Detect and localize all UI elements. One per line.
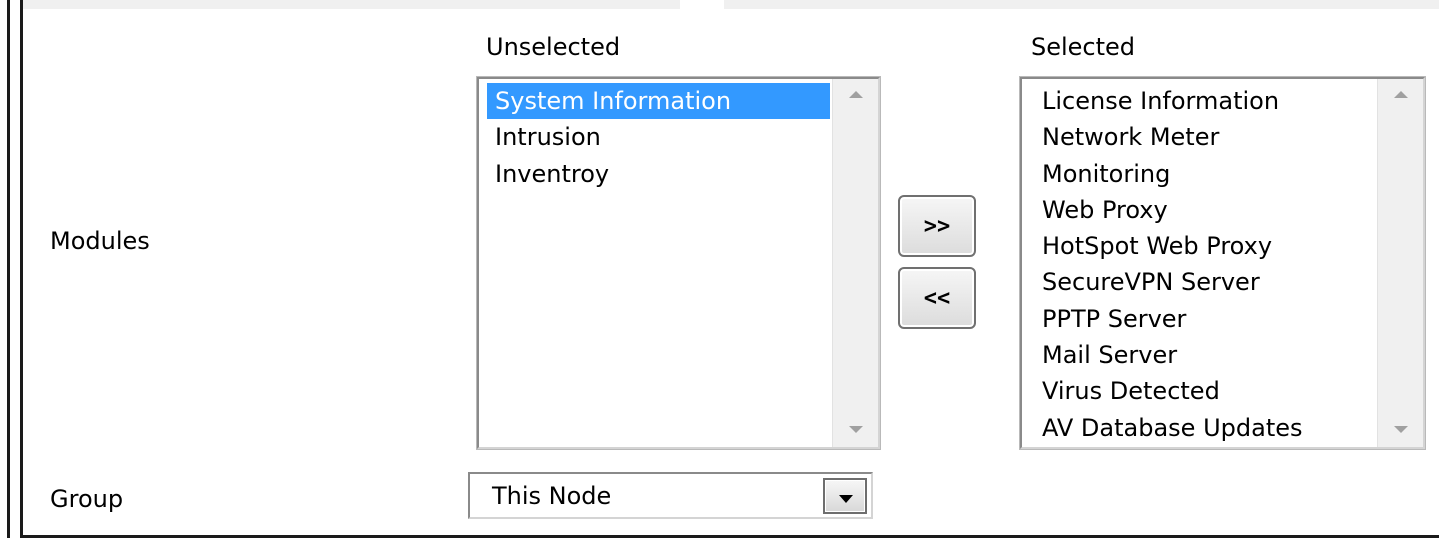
selected-list-item[interactable]: HotSpot Web Proxy [1034, 228, 1375, 264]
add-to-selected-button[interactable]: >> [898, 195, 976, 257]
frame-left-border [0, 0, 26, 538]
selected-list[interactable]: License Information Network Meter Monitori… [1034, 83, 1375, 446]
unselected-scrollbar[interactable] [832, 79, 878, 447]
selected-list-item[interactable]: AV Database Updates [1034, 410, 1375, 446]
selected-list-item[interactable]: SecureVPN Server [1034, 264, 1375, 300]
group-select-value: This Node [492, 482, 612, 510]
modules-label: Modules [50, 227, 150, 255]
selected-list-item[interactable]: PPTP Server [1034, 301, 1375, 337]
group-dropdown-button[interactable] [823, 478, 867, 514]
group-select[interactable]: This Node [468, 472, 873, 519]
selected-list-item[interactable]: Monitoring [1034, 156, 1375, 192]
selected-list-item[interactable]: Virus Detected [1034, 373, 1375, 409]
unselected-header: Unselected [486, 33, 621, 61]
selected-listbox[interactable]: License Information Network Meter Monitori… [1019, 76, 1426, 450]
chevron-up-icon[interactable] [1394, 91, 1408, 98]
unselected-list[interactable]: System Information Intrusion Inventroy [487, 83, 830, 192]
selected-header: Selected [1031, 33, 1136, 61]
triangle-down-icon [839, 495, 853, 503]
top-panel-strip-left [22, 0, 680, 9]
selected-scrollbar[interactable] [1377, 79, 1423, 447]
selected-list-item[interactable]: Web Proxy [1034, 192, 1375, 228]
unselected-list-item[interactable]: Inventroy [487, 156, 830, 192]
selected-list-item[interactable]: Mail Server [1034, 337, 1375, 373]
selected-list-item[interactable]: License Information [1034, 83, 1375, 119]
selected-list-item[interactable]: Network Meter [1034, 119, 1375, 155]
remove-from-selected-button[interactable]: << [898, 267, 976, 329]
unselected-listbox[interactable]: System Information Intrusion Inventroy [476, 76, 881, 450]
chevron-down-icon[interactable] [1394, 426, 1408, 433]
unselected-list-item[interactable]: System Information [487, 83, 830, 120]
unselected-list-item[interactable]: Intrusion [487, 119, 830, 155]
group-label: Group [50, 485, 124, 513]
chevron-up-icon[interactable] [849, 91, 863, 98]
chevron-down-icon[interactable] [849, 426, 863, 433]
top-panel-strip-right [724, 0, 1439, 9]
